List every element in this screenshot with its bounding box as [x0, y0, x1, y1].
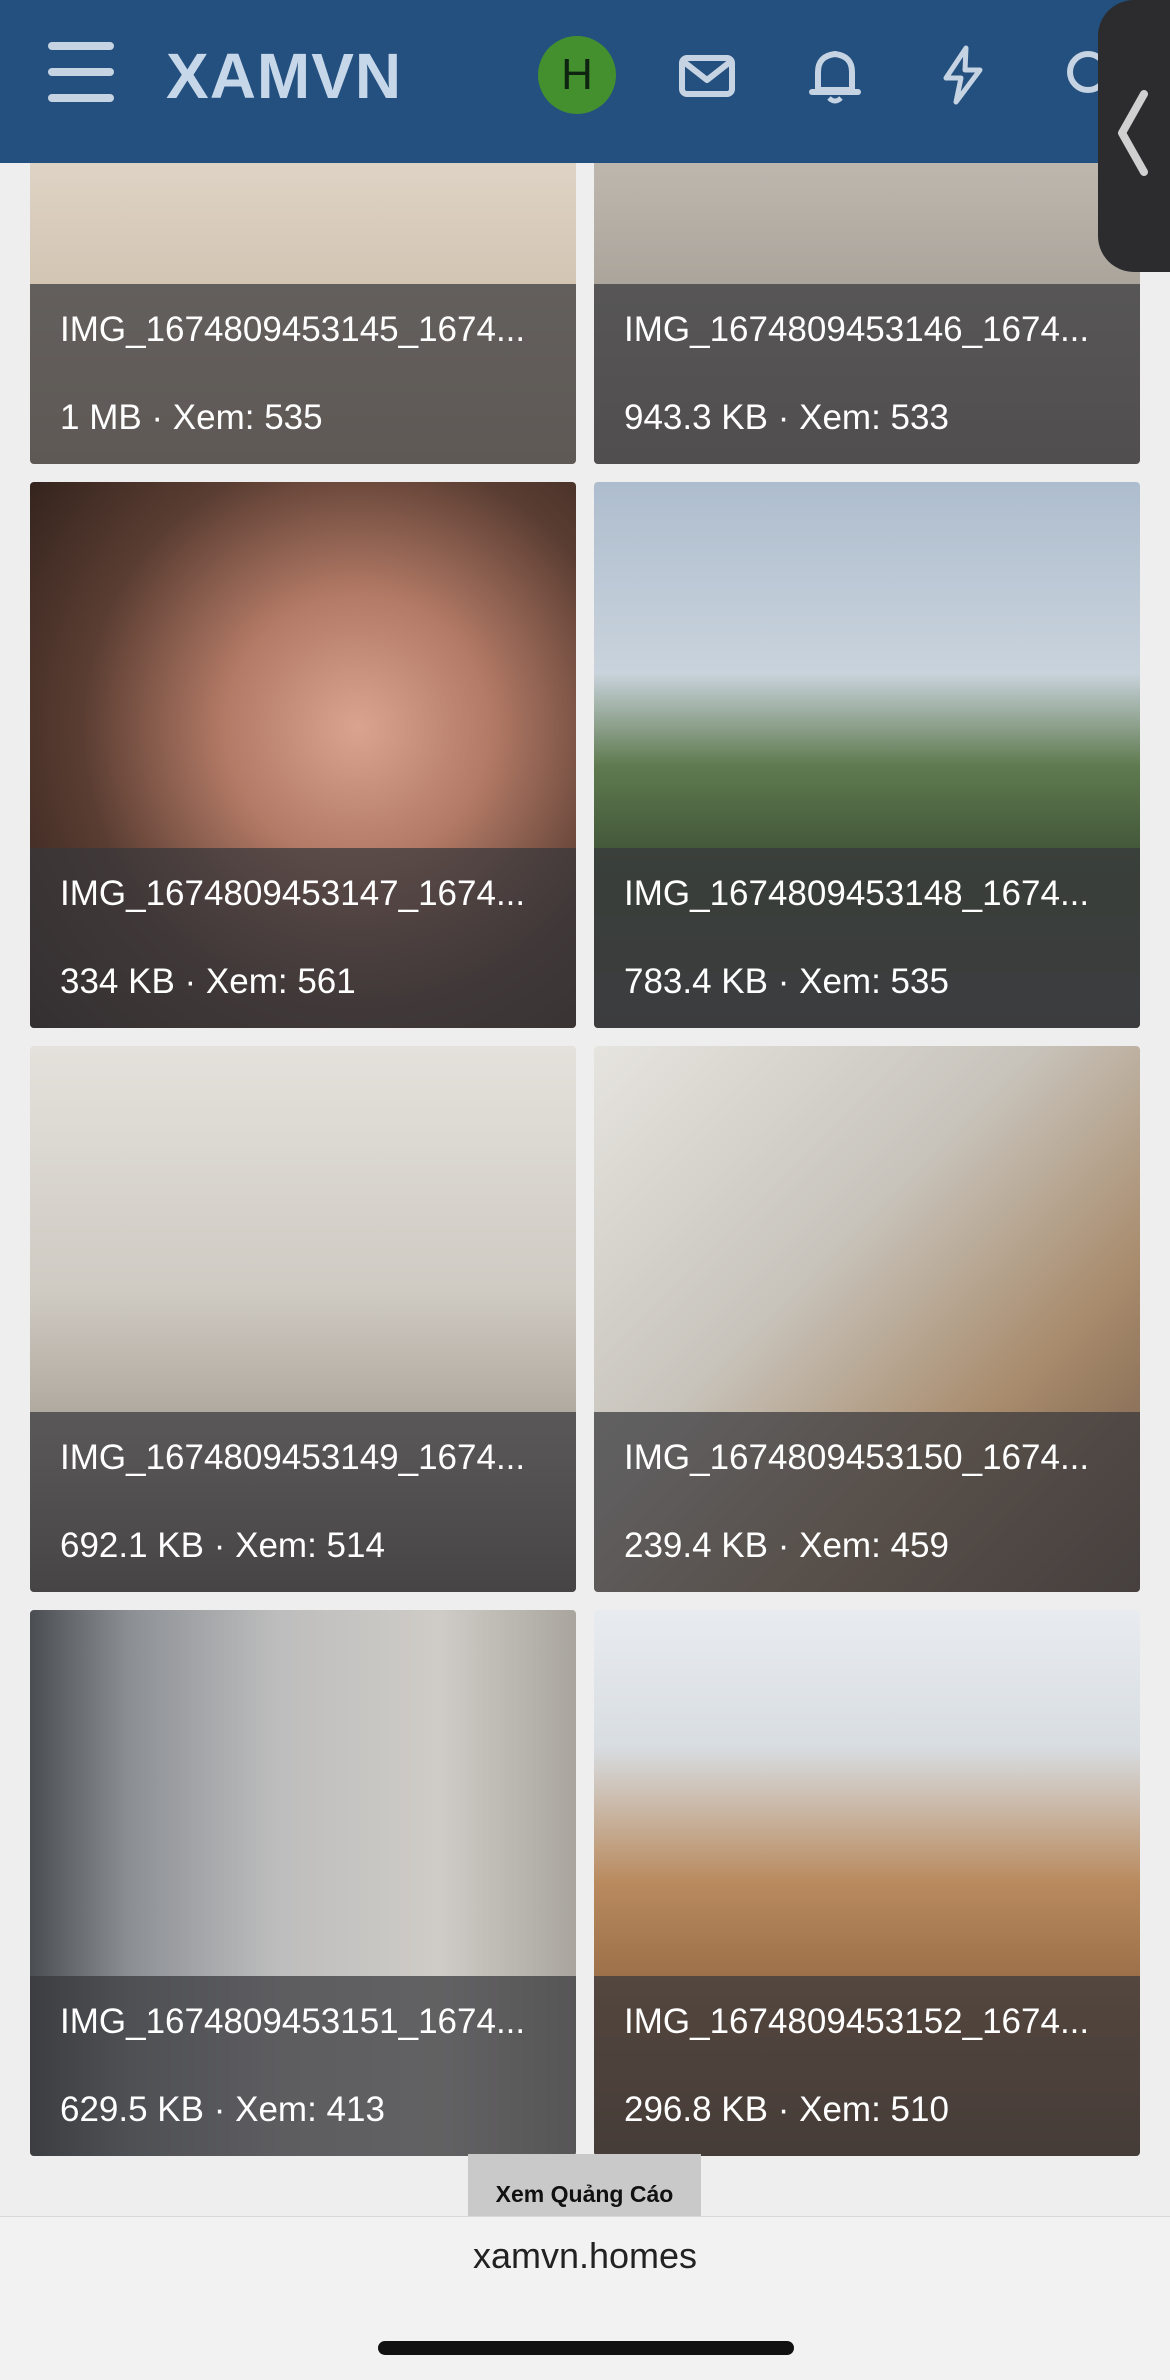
- top-navbar: XAMVN H: [0, 0, 1170, 163]
- gallery-card[interactable]: IMG_1674809453151_1674... 629.5 KB · Xem…: [30, 1610, 576, 2156]
- card-caption: IMG_1674809453145_1674... 1 MB · Xem: 53…: [30, 284, 576, 464]
- file-meta: 943.3 KB · Xem: 533: [624, 398, 949, 437]
- card-caption: IMG_1674809453151_1674... 629.5 KB · Xem…: [30, 1976, 576, 2156]
- card-caption: IMG_1674809453147_1674... 334 KB · Xem: …: [30, 848, 576, 1028]
- inbox-mail-icon[interactable]: [672, 40, 742, 110]
- file-name[interactable]: IMG_1674809453146_1674...: [624, 308, 1120, 352]
- file-meta: 1 MB · Xem: 535: [60, 398, 323, 437]
- file-meta: 334 KB · Xem: 561: [60, 962, 356, 1001]
- file-meta: 783.4 KB · Xem: 535: [624, 962, 949, 1001]
- user-avatar[interactable]: H: [538, 36, 616, 114]
- site-logo[interactable]: XAMVN: [166, 38, 402, 114]
- whats-new-bolt-icon[interactable]: [928, 40, 998, 110]
- card-caption: IMG_1674809453152_1674... 296.8 KB · Xem…: [594, 1976, 1140, 2156]
- view-ads-button[interactable]: Xem Quảng Cáo: [468, 2154, 701, 2216]
- gallery-card[interactable]: IMG_1674809453150_1674... 239.4 KB · Xem…: [594, 1046, 1140, 1592]
- gallery-card[interactable]: IMG_1674809453149_1674... 692.1 KB · Xem…: [30, 1046, 576, 1592]
- file-name[interactable]: IMG_1674809453152_1674...: [624, 2000, 1120, 2044]
- side-panel-handle[interactable]: [1098, 0, 1170, 272]
- card-caption: IMG_1674809453150_1674... 239.4 KB · Xem…: [594, 1412, 1140, 1592]
- url-domain[interactable]: xamvn.homes: [0, 2235, 1170, 2277]
- chevron-left-icon: [1118, 90, 1148, 176]
- file-name[interactable]: IMG_1674809453151_1674...: [60, 2000, 556, 2044]
- gallery-card[interactable]: IMG_1674809453152_1674... 296.8 KB · Xem…: [594, 1610, 1140, 2156]
- file-meta: 296.8 KB · Xem: 510: [624, 2090, 949, 2129]
- hamburger-menu-icon[interactable]: [48, 42, 114, 102]
- file-name[interactable]: IMG_1674809453145_1674...: [60, 308, 556, 352]
- notification-bell-icon[interactable]: [800, 40, 870, 110]
- file-meta: 629.5 KB · Xem: 413: [60, 2090, 385, 2129]
- card-caption: IMG_1674809453148_1674... 783.4 KB · Xem…: [594, 848, 1140, 1028]
- file-meta: 239.4 KB · Xem: 459: [624, 1526, 949, 1565]
- file-meta: 692.1 KB · Xem: 514: [60, 1526, 385, 1565]
- file-name[interactable]: IMG_1674809453150_1674...: [624, 1436, 1120, 1480]
- file-name[interactable]: IMG_1674809453149_1674...: [60, 1436, 556, 1480]
- home-indicator[interactable]: [378, 2341, 794, 2355]
- file-name[interactable]: IMG_1674809453147_1674...: [60, 872, 556, 916]
- file-name[interactable]: IMG_1674809453148_1674...: [624, 872, 1120, 916]
- card-caption: IMG_1674809453146_1674... 943.3 KB · Xem…: [594, 284, 1140, 464]
- browser-bottom-bar: xamvn.homes: [0, 2216, 1170, 2380]
- card-caption: IMG_1674809453149_1674... 692.1 KB · Xem…: [30, 1412, 576, 1592]
- gallery-card[interactable]: IMG_1674809453147_1674... 334 KB · Xem: …: [30, 482, 576, 1028]
- gallery-card[interactable]: IMG_1674809453148_1674... 783.4 KB · Xem…: [594, 482, 1140, 1028]
